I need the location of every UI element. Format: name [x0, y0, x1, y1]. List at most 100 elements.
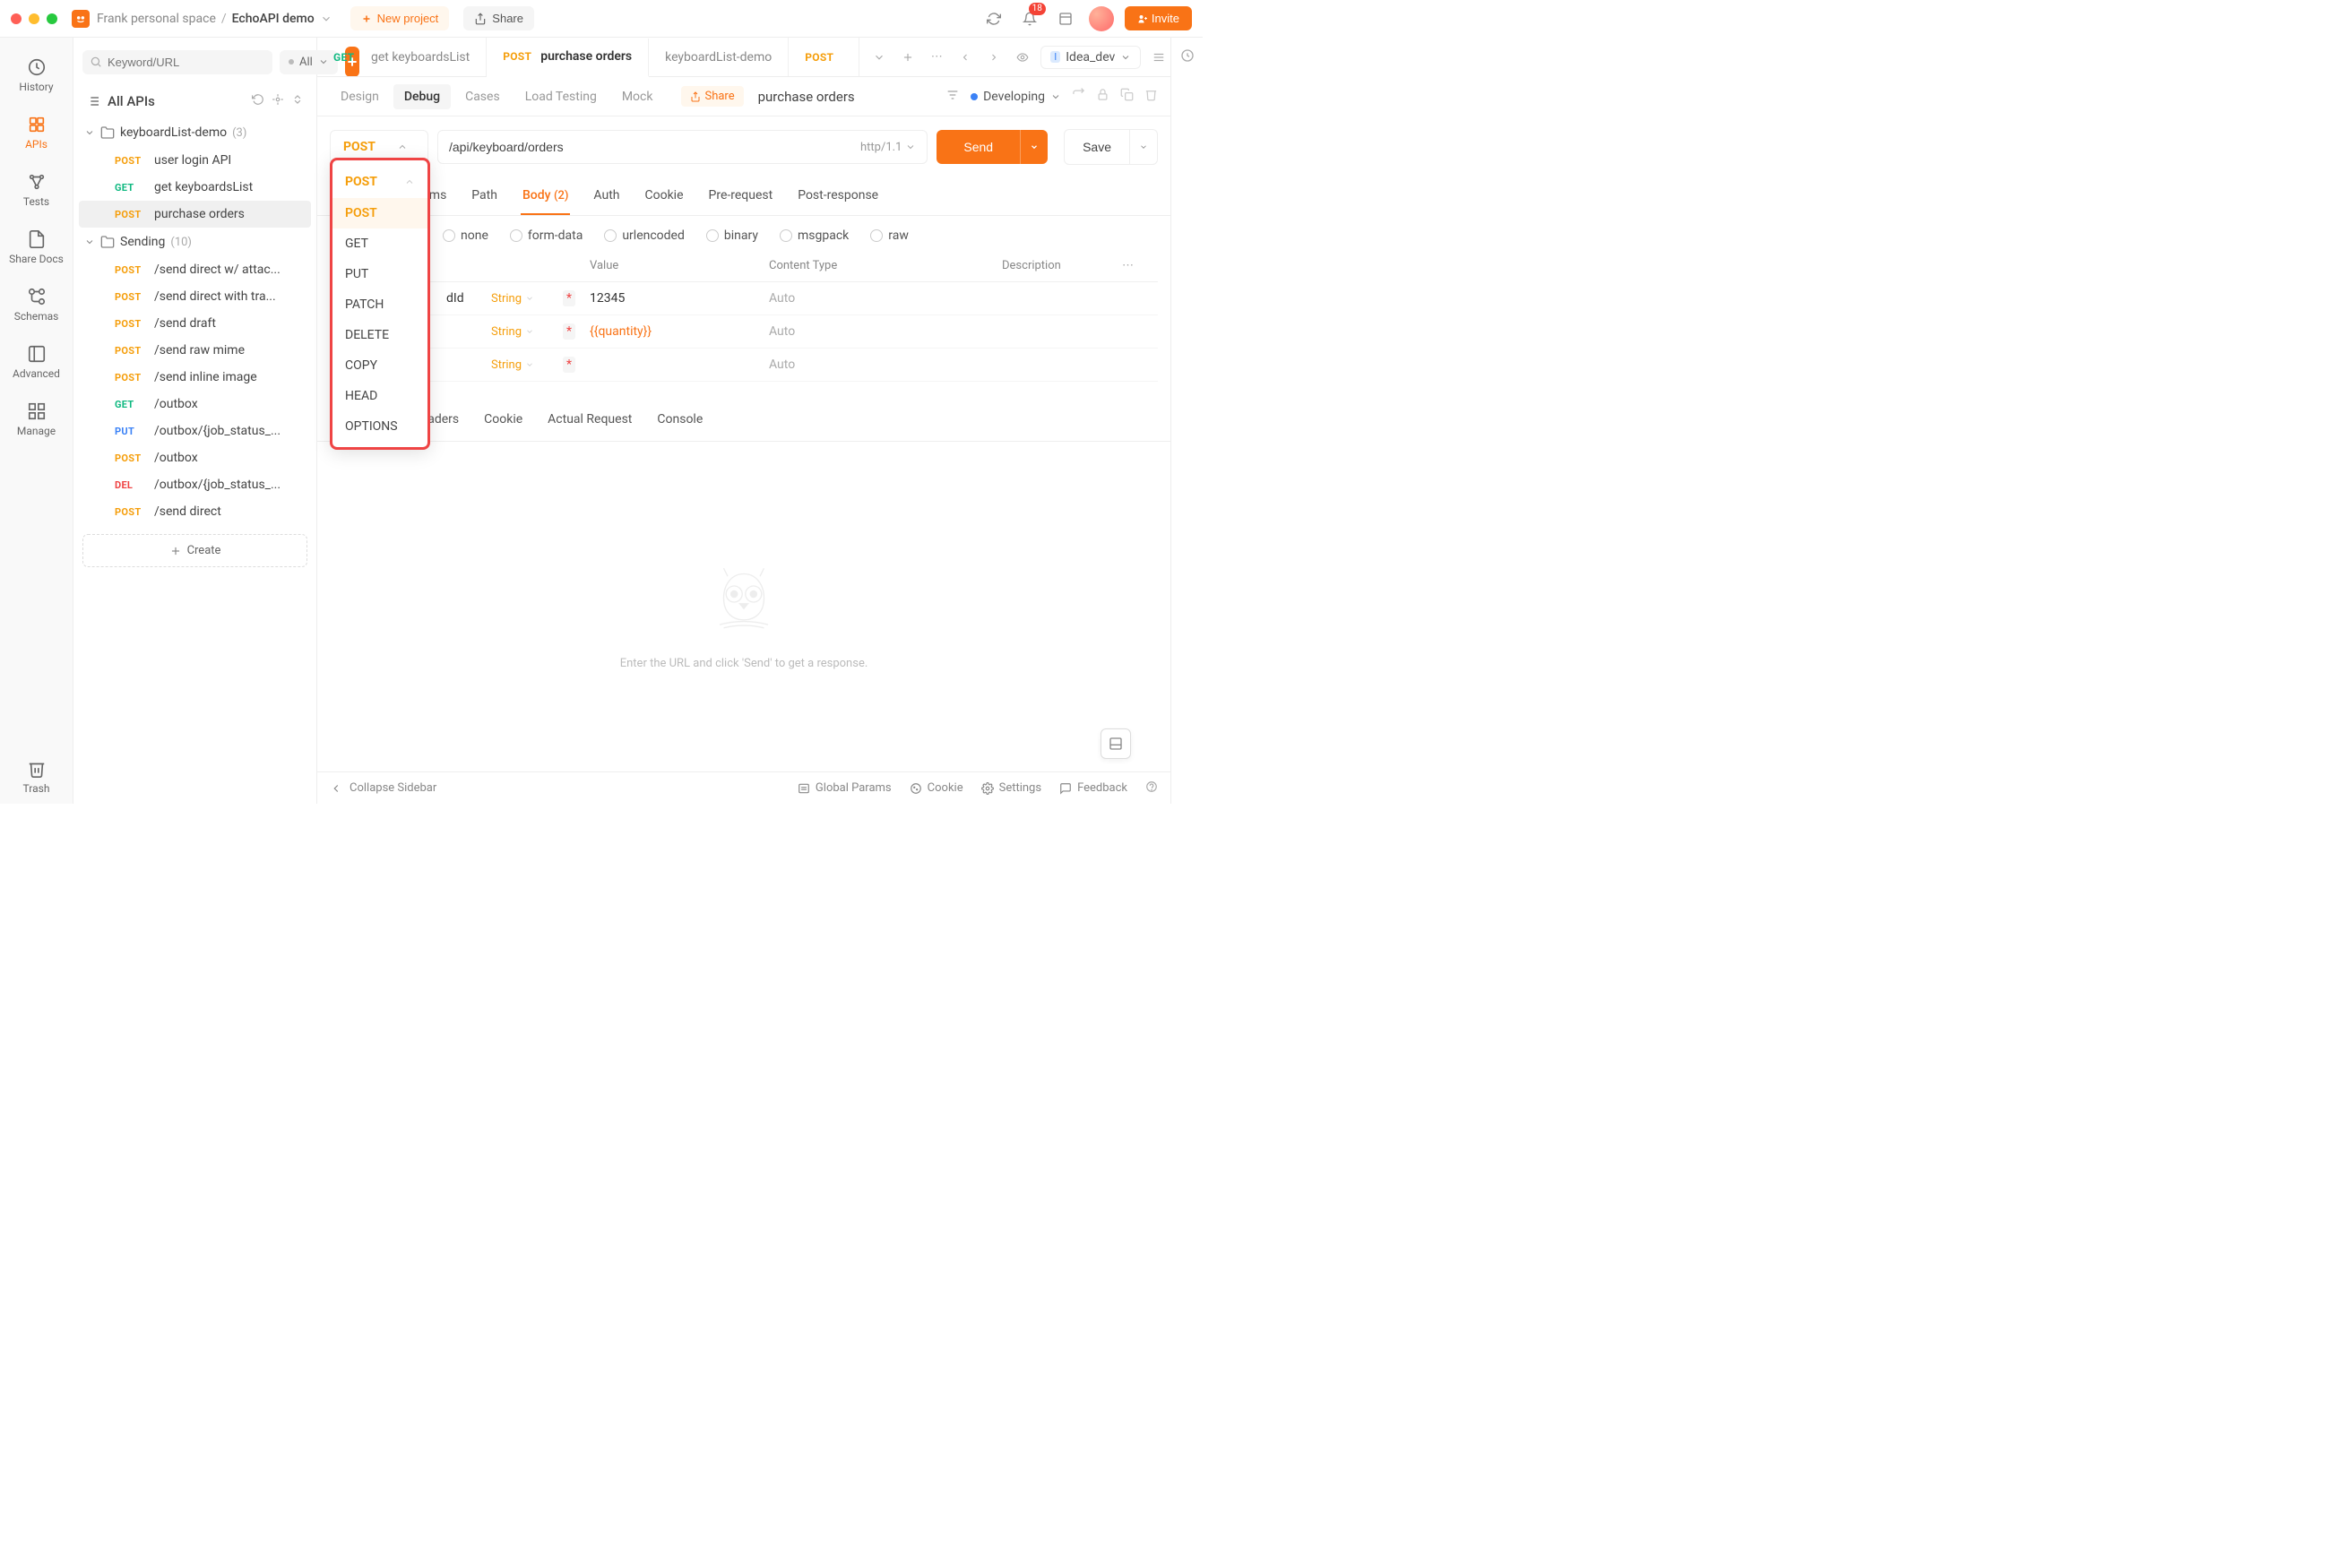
rail-share-docs[interactable]: Share Docs — [0, 220, 73, 274]
url-input-wrap[interactable]: http/1.1 — [437, 130, 928, 164]
reqtab-pre-request[interactable]: Pre-request — [707, 177, 775, 215]
reqtab-auth[interactable]: Auth — [591, 177, 621, 215]
rail-history[interactable]: History — [0, 48, 73, 102]
bodytype-raw[interactable]: raw — [870, 228, 909, 243]
bodytype-none[interactable]: none — [443, 228, 488, 243]
method-option-delete[interactable]: DELETE — [332, 320, 427, 350]
search-input-wrap[interactable] — [82, 50, 272, 74]
tree-item[interactable]: POSTpurchase orders — [79, 201, 311, 228]
url-input[interactable] — [449, 140, 853, 154]
action-icon-2[interactable] — [1096, 88, 1109, 105]
param-ctype[interactable]: Auto — [769, 358, 1002, 372]
subtab-load-testing[interactable]: Load Testing — [514, 84, 608, 109]
project-name[interactable]: EchoAPI demo — [232, 12, 315, 26]
refresh-icon[interactable] — [252, 93, 264, 109]
param-type[interactable]: String — [491, 358, 563, 372]
param-row[interactable]: dId String * 12345 Auto — [330, 282, 1158, 315]
bodytype-binary[interactable]: binary — [706, 228, 758, 243]
search-input[interactable] — [108, 56, 265, 69]
chevron-down-icon[interactable] — [320, 13, 332, 25]
collapse-sidebar[interactable]: Collapse Sidebar — [330, 781, 436, 795]
sort-icon[interactable] — [291, 93, 304, 109]
send-button[interactable]: Send — [937, 130, 1020, 164]
tree-item[interactable]: POST/send direct — [79, 498, 311, 525]
env-menu[interactable] — [1148, 47, 1170, 68]
rail-trash[interactable]: Trash — [0, 750, 73, 804]
tree-folder[interactable]: Sending (10) — [79, 228, 311, 256]
workspace-name[interactable]: Frank personal space — [97, 12, 216, 26]
param-ctype[interactable]: Auto — [769, 324, 1002, 339]
subtab-design[interactable]: Design — [330, 84, 390, 109]
bodytype-msgpack[interactable]: msgpack — [780, 228, 849, 243]
param-row[interactable]: String * {{quantity}} Auto — [330, 315, 1158, 349]
tab-new[interactable] — [897, 47, 919, 68]
status-select[interactable]: Developing — [971, 90, 1061, 104]
save-button[interactable]: Save — [1064, 129, 1130, 165]
tree-item[interactable]: PUT/outbox/{job_status_... — [79, 418, 311, 444]
footer-cookie[interactable]: Cookie — [910, 781, 963, 795]
maximize-window[interactable] — [47, 13, 57, 24]
rail-schemas[interactable]: Schemas — [0, 278, 73, 332]
param-row[interactable]: String * Auto — [330, 349, 1158, 382]
rail-tests[interactable]: Tests — [0, 163, 73, 217]
param-ctype[interactable]: Auto — [769, 291, 1002, 306]
footer-feedback[interactable]: Feedback — [1059, 781, 1127, 795]
rail-apis[interactable]: APIs — [0, 106, 73, 159]
method-option-options[interactable]: OPTIONS — [332, 411, 427, 442]
tab[interactable]: POST — [789, 38, 859, 76]
avatar[interactable] — [1089, 6, 1114, 31]
tree-item[interactable]: POSTuser login API — [79, 147, 311, 174]
footer-settings[interactable]: Settings — [981, 781, 1041, 795]
protocol-select[interactable]: http/1.1 — [860, 141, 916, 154]
param-value[interactable]: {{quantity}} — [590, 324, 769, 339]
resptab-console[interactable]: Console — [655, 400, 704, 441]
method-option-head[interactable]: HEAD — [332, 381, 427, 411]
tree-item[interactable]: POST/outbox — [79, 444, 311, 471]
action-icon-3[interactable] — [1120, 88, 1134, 105]
tree-item[interactable]: GET/outbox — [79, 391, 311, 418]
tab-prev[interactable] — [954, 47, 976, 68]
env-select[interactable]: I Idea_dev — [1040, 46, 1141, 69]
new-project-button[interactable]: New project — [350, 6, 450, 30]
minimize-window[interactable] — [29, 13, 39, 24]
method-option-get[interactable]: GET — [332, 228, 427, 259]
param-type[interactable]: String — [491, 292, 563, 306]
create-button[interactable]: Create — [82, 534, 307, 567]
invite-button[interactable]: Invite — [1125, 6, 1192, 30]
tab-next[interactable] — [983, 47, 1005, 68]
tab[interactable]: POSTpurchase orders — [487, 39, 649, 77]
send-dropdown[interactable] — [1020, 130, 1048, 164]
locate-icon[interactable] — [272, 93, 284, 109]
notifications-button[interactable]: 18 — [1017, 6, 1042, 31]
panel-button[interactable] — [1053, 6, 1078, 31]
bodytype-urlencoded[interactable]: urlencoded — [604, 228, 685, 243]
layout-toggle[interactable] — [1101, 728, 1131, 759]
help-icon[interactable] — [1145, 780, 1158, 797]
tree-item[interactable]: GETget keyboardsList — [79, 174, 311, 201]
bodytype-form-data[interactable]: form-data — [510, 228, 583, 243]
resptab-actual-request[interactable]: Actual Request — [546, 400, 634, 441]
rail-manage[interactable]: Manage — [0, 392, 73, 446]
tab-dropdown[interactable] — [868, 47, 890, 68]
tab-more[interactable]: ⋯ — [926, 47, 947, 68]
subtab-mock[interactable]: Mock — [611, 84, 664, 109]
right-rail-icon-1[interactable] — [1180, 48, 1195, 66]
reqtab-cookie[interactable]: Cookie — [643, 177, 686, 215]
tab[interactable]: keyboardList-demo — [649, 38, 789, 76]
share-chip[interactable]: Share — [681, 86, 743, 107]
action-icon-4[interactable] — [1144, 88, 1158, 105]
method-option-patch[interactable]: PATCH — [332, 289, 427, 320]
tree-item[interactable]: POST/send raw mime — [79, 337, 311, 364]
method-option-post[interactable]: POST — [332, 198, 427, 228]
save-dropdown[interactable] — [1130, 129, 1158, 165]
tree-item[interactable]: POST/send direct w/ attac... — [79, 256, 311, 283]
reqtab-path[interactable]: Path — [470, 177, 499, 215]
tree-item[interactable]: DEL/outbox/{job_status_... — [79, 471, 311, 498]
param-type[interactable]: String — [491, 325, 563, 339]
filter-icon[interactable] — [945, 88, 960, 106]
rail-advanced[interactable]: Advanced — [0, 335, 73, 389]
method-option-copy[interactable]: COPY — [332, 350, 427, 381]
subtab-cases[interactable]: Cases — [454, 84, 511, 109]
header-more[interactable]: ⋯ — [1122, 259, 1158, 272]
tab[interactable]: GETget keyboardsList — [317, 38, 487, 76]
